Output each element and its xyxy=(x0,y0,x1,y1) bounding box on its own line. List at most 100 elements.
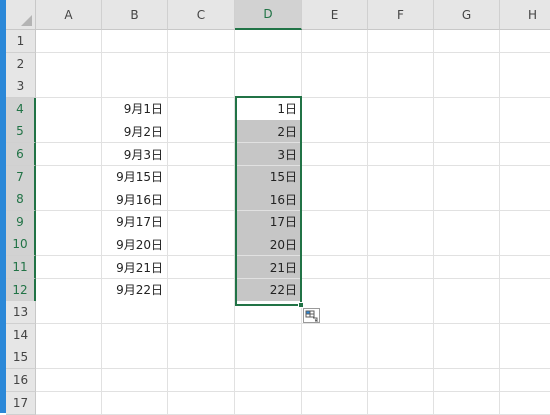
cell-a9[interactable] xyxy=(36,210,102,234)
cell-d6[interactable]: 3日 xyxy=(235,143,302,167)
cell-f1[interactable] xyxy=(368,30,434,54)
cell-f12[interactable] xyxy=(368,278,434,302)
cell-b17[interactable] xyxy=(102,391,168,415)
cell-e6[interactable] xyxy=(302,143,368,167)
cell-a13[interactable] xyxy=(36,301,102,325)
cell-a15[interactable] xyxy=(36,346,102,370)
cell-a2[interactable] xyxy=(36,52,102,76)
cell-a17[interactable] xyxy=(36,391,102,415)
row-header-17[interactable]: 17 xyxy=(6,391,36,415)
column-header-d[interactable]: D xyxy=(235,0,302,30)
cell-c3[interactable] xyxy=(168,75,235,99)
cell-b2[interactable] xyxy=(102,52,168,76)
cell-e10[interactable] xyxy=(302,233,368,257)
cell-e16[interactable] xyxy=(302,369,368,393)
cell-d16[interactable] xyxy=(235,369,302,393)
row-header-10[interactable]: 10 xyxy=(6,233,36,257)
cell-f16[interactable] xyxy=(368,369,434,393)
cell-f14[interactable] xyxy=(368,323,434,347)
row-header-11[interactable]: 11 xyxy=(6,256,36,280)
cell-f15[interactable] xyxy=(368,346,434,370)
cell-g14[interactable] xyxy=(434,323,500,347)
cell-f17[interactable] xyxy=(368,391,434,415)
cell-g3[interactable] xyxy=(434,75,500,99)
cell-h4[interactable] xyxy=(500,97,550,121)
row-header-13[interactable]: 13 xyxy=(6,301,36,325)
cell-c11[interactable] xyxy=(168,256,235,280)
cell-g15[interactable] xyxy=(434,346,500,370)
cell-b15[interactable] xyxy=(102,346,168,370)
cell-c15[interactable] xyxy=(168,346,235,370)
cell-h9[interactable] xyxy=(500,210,550,234)
cell-e8[interactable] xyxy=(302,188,368,212)
cell-b11[interactable]: 9月21日 xyxy=(102,256,168,280)
cell-h5[interactable] xyxy=(500,120,550,144)
cell-d8[interactable]: 16日 xyxy=(235,188,302,212)
cell-c14[interactable] xyxy=(168,323,235,347)
row-header-15[interactable]: 15 xyxy=(6,346,36,370)
row-header-3[interactable]: 3 xyxy=(6,75,36,99)
cell-d7[interactable]: 15日 xyxy=(235,165,302,189)
column-header-c[interactable]: C xyxy=(168,0,235,30)
cell-h13[interactable] xyxy=(500,301,550,325)
cell-d2[interactable] xyxy=(235,52,302,76)
cell-b16[interactable] xyxy=(102,369,168,393)
cell-c10[interactable] xyxy=(168,233,235,257)
cell-a3[interactable] xyxy=(36,75,102,99)
cell-d17[interactable] xyxy=(235,391,302,415)
cell-e7[interactable] xyxy=(302,165,368,189)
cell-d4[interactable]: 1日 xyxy=(235,97,302,121)
cell-g9[interactable] xyxy=(434,210,500,234)
cell-g13[interactable] xyxy=(434,301,500,325)
row-header-2[interactable]: 2 xyxy=(6,52,36,76)
cell-h14[interactable] xyxy=(500,323,550,347)
cell-e9[interactable] xyxy=(302,210,368,234)
cell-d15[interactable] xyxy=(235,346,302,370)
cell-g12[interactable] xyxy=(434,278,500,302)
column-header-e[interactable]: E xyxy=(302,0,368,30)
column-header-a[interactable]: A xyxy=(36,0,102,30)
cell-c17[interactable] xyxy=(168,391,235,415)
cell-c16[interactable] xyxy=(168,369,235,393)
cell-b9[interactable]: 9月17日 xyxy=(102,210,168,234)
cell-e12[interactable] xyxy=(302,278,368,302)
cell-b14[interactable] xyxy=(102,323,168,347)
cell-h15[interactable] xyxy=(500,346,550,370)
row-header-4[interactable]: 4 xyxy=(6,97,36,121)
cell-a10[interactable] xyxy=(36,233,102,257)
cell-a12[interactable] xyxy=(36,278,102,302)
cell-g10[interactable] xyxy=(434,233,500,257)
cell-f10[interactable] xyxy=(368,233,434,257)
cell-d5[interactable]: 2日 xyxy=(235,120,302,144)
cell-c2[interactable] xyxy=(168,52,235,76)
cell-a5[interactable] xyxy=(36,120,102,144)
cell-h11[interactable] xyxy=(500,256,550,280)
cell-e11[interactable] xyxy=(302,256,368,280)
cell-g2[interactable] xyxy=(434,52,500,76)
cell-c6[interactable] xyxy=(168,143,235,167)
cell-a6[interactable] xyxy=(36,143,102,167)
row-header-12[interactable]: 12 xyxy=(6,278,36,302)
cell-h1[interactable] xyxy=(500,30,550,54)
cell-h16[interactable] xyxy=(500,369,550,393)
cell-d14[interactable] xyxy=(235,323,302,347)
column-header-b[interactable]: B xyxy=(102,0,168,30)
cell-e17[interactable] xyxy=(302,391,368,415)
column-header-f[interactable]: F xyxy=(368,0,434,30)
cell-f9[interactable] xyxy=(368,210,434,234)
cell-b8[interactable]: 9月16日 xyxy=(102,188,168,212)
column-header-g[interactable]: G xyxy=(434,0,500,30)
cell-h2[interactable] xyxy=(500,52,550,76)
cell-d3[interactable] xyxy=(235,75,302,99)
cell-g4[interactable] xyxy=(434,97,500,121)
cell-a8[interactable] xyxy=(36,188,102,212)
cell-c1[interactable] xyxy=(168,30,235,54)
cell-c9[interactable] xyxy=(168,210,235,234)
cell-e14[interactable] xyxy=(302,323,368,347)
cell-b4[interactable]: 9月1日 xyxy=(102,97,168,121)
row-header-1[interactable]: 1 xyxy=(6,30,36,54)
cell-g17[interactable] xyxy=(434,391,500,415)
cell-h6[interactable] xyxy=(500,143,550,167)
cell-c8[interactable] xyxy=(168,188,235,212)
cell-b13[interactable] xyxy=(102,301,168,325)
